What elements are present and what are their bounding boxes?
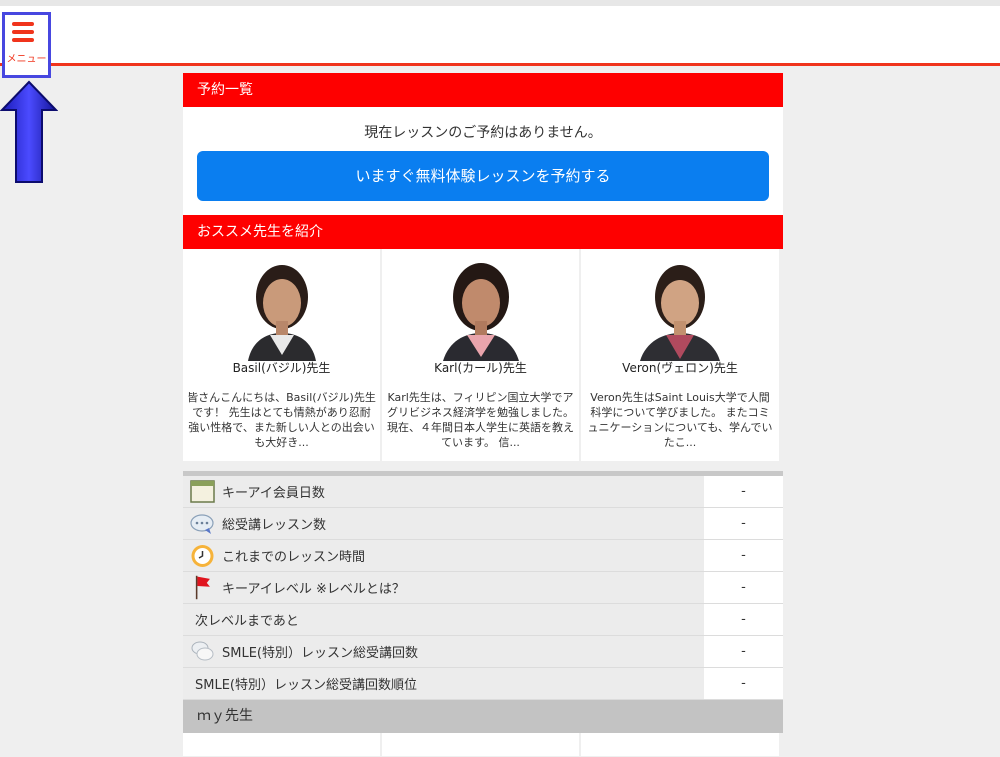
my-teacher-card[interactable] (382, 733, 579, 756)
stat-label: キーアイ会員日数 (222, 486, 325, 501)
teacher-description: Karl先生は、フィリピン国立大学でアグリビジネス経済学を勉強しました。現在、４… (387, 391, 574, 449)
top-bar: メニュー (0, 0, 1000, 78)
chat-bubble-icon (190, 514, 214, 534)
stat-value: - (704, 668, 783, 699)
stats-table: キーアイ会員日数 - 総受講レッスン数 - これまでのレッスン時間 - キーアイ… (183, 476, 783, 700)
stat-value: - (704, 508, 783, 539)
clock-icon (191, 545, 214, 567)
teacher-description: 皆さんこんにちは、Basil(バジル)先生です！ 先生はとても情熱があり忍耐強い… (187, 391, 376, 449)
stats-row: 総受講レッスン数 - (183, 508, 783, 540)
my-teacher-card[interactable] (183, 733, 380, 756)
stat-value: - (704, 540, 783, 571)
calendar-icon (190, 480, 215, 503)
teacher-photo[interactable] (624, 255, 736, 361)
stats-row: SMLE(特別）レッスン総受講回数順位 - (183, 668, 783, 700)
reservations-heading: 予約一覧 (183, 73, 783, 107)
teacher-photo[interactable] (226, 255, 338, 361)
stat-value: - (704, 604, 783, 635)
stats-row: 次レベルまであと - (183, 604, 783, 636)
teacher-card[interactable]: Karl(カール)先生 Karl先生は、フィリピン国立大学でアグリビジネス経済学… (382, 249, 579, 461)
teacher-name[interactable]: Veron(ヴェロン)先生 (581, 359, 779, 376)
book-free-trial-button[interactable]: いますぐ無料体験レッスンを予約する (197, 151, 769, 201)
teacher-name[interactable]: Basil(バジル)先生 (183, 359, 380, 376)
teacher-card[interactable]: Basil(バジル)先生 皆さんこんにちは、Basil(バジル)先生です！ 先生… (183, 249, 380, 461)
chat-bubbles-icon (191, 641, 214, 661)
stats-row: キーアイ会員日数 - (183, 476, 783, 508)
main-content: 予約一覧 現在レッスンのご予約はありません。 いますぐ無料体験レッスンを予約する… (183, 73, 783, 756)
stats-row: SMLE(特別）レッスン総受講回数 - (183, 636, 783, 668)
stat-label: SMLE(特別）レッスン総受講回数 (222, 646, 418, 661)
stat-label: 次レベルまであと (195, 614, 299, 629)
flag-icon (195, 575, 210, 600)
my-teacher-card[interactable] (581, 733, 779, 756)
stat-value: - (704, 572, 783, 603)
my-teachers-heading: ｍｙ先生 (183, 700, 783, 733)
stat-value: - (704, 636, 783, 667)
teacher-list: Basil(バジル)先生 皆さんこんにちは、Basil(バジル)先生です！ 先生… (183, 249, 783, 461)
stat-label[interactable]: キーアイレベル ※レベルとは？ (222, 578, 405, 597)
recommended-heading: おススメ先生を紹介 (183, 215, 783, 249)
hamburger-icon (12, 22, 34, 44)
reservations-panel: 現在レッスンのご予約はありません。 いますぐ無料体験レッスンを予約する (183, 107, 783, 215)
teacher-name[interactable]: Karl(カール)先生 (382, 359, 579, 376)
menu-button[interactable]: メニュー (2, 12, 51, 78)
no-reservation-message: 現在レッスンのご予約はありません。 (364, 125, 602, 141)
stat-value: - (704, 476, 783, 507)
teacher-photo[interactable] (425, 255, 537, 361)
teacher-card[interactable]: Veron(ヴェロン)先生 Veron先生はSaint Louis大学で人間科学… (581, 249, 779, 461)
up-arrow-annotation-icon (0, 80, 58, 183)
stat-label: SMLE(特別）レッスン総受講回数順位 (195, 678, 417, 693)
stats-row: キーアイレベル ※レベルとは？ - (183, 572, 783, 604)
stat-label: これまでのレッスン時間 (222, 550, 366, 565)
teacher-description: Veron先生はSaint Louis大学で人間科学について学びました。 またコ… (587, 391, 773, 449)
my-teachers-list (183, 733, 783, 756)
menu-label: メニュー (6, 54, 47, 65)
stat-label: 総受講レッスン数 (222, 518, 327, 533)
stats-row: これまでのレッスン時間 - (183, 540, 783, 572)
